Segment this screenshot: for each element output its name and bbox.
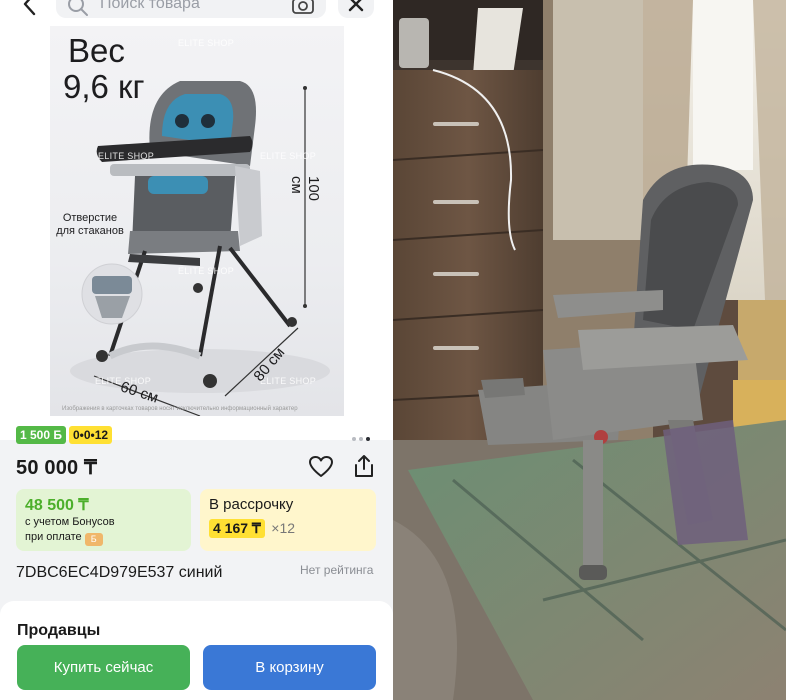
cupholder-note: Отверстие для стаканов [56,212,124,237]
share-icon [355,455,373,477]
bonus-note-text: при оплате [25,531,82,543]
search-input[interactable]: Поиск товара [56,0,326,18]
installment-badge: 0•0•12 [69,426,113,444]
product-screen: Поиск товара Вес 9,6 кг ELITE SHOP ELITE… [0,0,393,700]
installment-monthly: 4 167 ₸ [209,519,265,538]
height-dimension: 100 см [288,176,322,202]
search-placeholder: Поиск товара [100,0,200,12]
installment-title: В рассрочку [209,496,294,513]
product-gallery[interactable]: Вес 9,6 кг ELITE SHOP ELITE SHOP ELITE S… [0,20,393,441]
rating-status[interactable]: Нет рейтинга [300,563,373,577]
weight-label: Вес [68,32,125,69]
page-dot-active[interactable] [366,437,370,441]
installment-months: ×12 [271,520,296,536]
customer-photo [393,0,786,700]
product-image[interactable]: Вес 9,6 кг ELITE SHOP ELITE SHOP ELITE S… [50,26,344,416]
heart-icon [309,456,333,477]
watermark: ELITE SHOP [98,151,155,161]
page-dot[interactable] [359,437,363,441]
add-to-cart-button[interactable]: В корзину [203,645,376,690]
bonus-note: с учетом Бонусов [25,516,115,528]
favorite-button[interactable] [308,455,334,484]
bonus-badge: 1 500 Б [16,426,66,444]
image-disclaimer: Изображения в карточках товаров носят ис… [62,406,298,412]
close-button[interactable] [338,0,374,18]
search-icon [68,0,88,16]
chevron-left-icon [23,0,36,16]
top-bar: Поиск товара [0,0,393,20]
sellers-heading: Продавцы [17,622,101,639]
camera-icon[interactable] [292,0,314,15]
watermark: ELITE SHOP [178,38,235,48]
product-price: 50 000 ₸ [16,457,98,479]
product-sku-color: 7DBC6EC4D979E537 синий [16,564,223,581]
promo-badges: 1 500 Б 0•0•12 [16,426,113,444]
gallery-pagination[interactable] [352,428,373,446]
room-with-high-chair-photo [393,0,786,700]
share-button[interactable] [351,453,377,484]
installment-card[interactable]: В рассрочку 4 167 ₸ ×12 [200,489,376,551]
bonus-note-payment: при оплате Б [25,531,103,546]
watermark: ELITE SHOP [178,266,235,276]
watermark: ELITE SHOP [260,151,317,161]
page-dot[interactable] [352,437,356,441]
close-icon [348,0,364,12]
weight-value: 9,6 кг [63,68,145,105]
back-button[interactable] [14,0,44,18]
bonus-price-card[interactable]: 48 500 ₸ с учетом Бонусов при оплате Б [16,489,191,551]
buy-now-button[interactable]: Купить сейчас [17,645,190,690]
bonus-coin-icon: Б [84,533,103,546]
bonus-price: 48 500 ₸ [25,497,89,514]
installment-terms: 4 167 ₸ ×12 [209,519,295,538]
